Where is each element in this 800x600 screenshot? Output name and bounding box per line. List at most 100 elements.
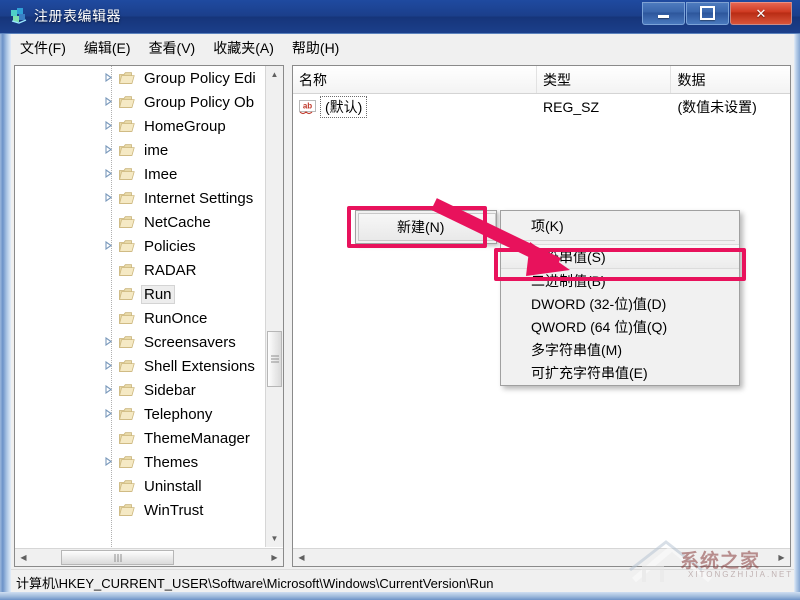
menu-separator <box>505 240 735 241</box>
folder-icon <box>119 335 135 349</box>
list-horizontal-scrollbar[interactable]: ◀ ▶ <box>293 548 790 566</box>
tree-item-thememanager[interactable]: ThemeManager <box>15 426 267 450</box>
cell-value-name[interactable]: ab (默认) <box>293 96 537 118</box>
scroll-right-icon[interactable]: ▶ <box>773 549 790 566</box>
column-header-data[interactable]: 数据 <box>671 66 790 93</box>
scroll-left-icon[interactable]: ◀ <box>293 549 310 566</box>
submenu-item-5[interactable]: 多字符串值(M) <box>501 338 739 361</box>
regedit-icon <box>10 7 28 25</box>
close-icon: ✕ <box>755 5 767 21</box>
tree-item-label: Telephony <box>144 405 213 423</box>
menu-favorites[interactable]: 收藏夹(A) <box>204 34 283 62</box>
tree-item-homegroup[interactable]: HomeGroup <box>15 114 267 138</box>
table-row[interactable]: ab (默认) REG_SZ (数值未设置) <box>293 95 790 119</box>
submenu-item-6[interactable]: 可扩充字符串值(E) <box>501 361 739 384</box>
chevron-right-icon[interactable] <box>104 409 113 418</box>
folder-icon <box>119 119 135 133</box>
column-header-name[interactable]: 名称 <box>293 66 537 93</box>
chevron-right-icon[interactable] <box>104 97 113 106</box>
folder-icon <box>119 407 135 421</box>
folder-icon <box>119 71 135 85</box>
tree-item-sidebar[interactable]: Sidebar <box>15 378 267 402</box>
scroll-left-icon[interactable]: ◀ <box>15 549 32 566</box>
folder-icon <box>119 359 135 373</box>
tree-item-telephony[interactable]: Telephony <box>15 402 267 426</box>
tree-item-group-policy-ob[interactable]: Group Policy Ob <box>15 90 267 114</box>
menu-bar: 文件(F) 编辑(E) 查看(V) 收藏夹(A) 帮助(H) <box>11 34 794 63</box>
new-value-submenu[interactable]: 项(K) 字符串值(S) 二进制值(B) DWORD (32-位)值(D) QWORD … <box>500 210 740 386</box>
chevron-right-icon[interactable] <box>104 241 113 250</box>
scroll-right-icon[interactable]: ▶ <box>266 549 283 566</box>
tree-item-uninstall[interactable]: Uninstall <box>15 474 267 498</box>
window-controls: ✕ <box>641 2 792 25</box>
context-menu[interactable]: 新建(N) ▸ <box>355 210 497 244</box>
registry-tree-pane[interactable]: Group Policy Edi Group Policy Ob HomeGroup… <box>14 65 284 567</box>
tree-item-radar[interactable]: RADAR <box>15 258 267 282</box>
regedit-window: 注册表编辑器 ✕ 文件(F) 编辑(E) 查看(V) 收藏夹(A) 帮助(H) … <box>0 0 800 600</box>
listview-header: 名称 类型 数据 <box>293 66 790 94</box>
submenu-item-1[interactable]: 字符串值(S) <box>501 244 739 269</box>
cell-value-type: REG_SZ <box>543 99 600 115</box>
chevron-right-icon[interactable] <box>104 145 113 154</box>
tree-item-shell-extensions[interactable]: Shell Extensions <box>15 354 267 378</box>
scroll-up-icon[interactable]: ▲ <box>266 66 283 83</box>
tree-horizontal-scrollbar[interactable]: ◀ ▶ <box>15 548 283 566</box>
folder-icon <box>119 479 135 493</box>
folder-icon <box>119 167 135 181</box>
menu-help[interactable]: 帮助(H) <box>283 34 348 62</box>
folder-icon <box>119 239 135 253</box>
tree-item-screensavers[interactable]: Screensavers <box>15 330 267 354</box>
chevron-right-icon[interactable] <box>104 385 113 394</box>
folder-icon <box>119 143 135 157</box>
chevron-right-icon[interactable] <box>104 169 113 178</box>
chevron-right-icon[interactable] <box>104 361 113 370</box>
context-menu-item-new[interactable]: 新建(N) ▸ <box>358 213 496 241</box>
tree-item-label: RunOnce <box>144 309 208 327</box>
tree-item-internet-settings[interactable]: Internet Settings <box>15 186 267 210</box>
registry-path: 计算机\HKEY_CURRENT_USER\Software\Microsoft… <box>16 576 494 591</box>
tree-item-label: Imee <box>144 165 178 183</box>
submenu-item-3[interactable]: DWORD (32-位)值(D) <box>501 292 739 315</box>
chevron-right-icon[interactable] <box>104 193 113 202</box>
tree-item-label: Group Policy Edi <box>144 69 256 87</box>
menu-edit[interactable]: 编辑(E) <box>75 34 140 62</box>
tree-item-group-policy-edi[interactable]: Group Policy Edi <box>15 66 267 90</box>
submenu-item-4[interactable]: QWORD (64 位)值(Q) <box>501 315 739 338</box>
minimize-button[interactable] <box>642 2 685 25</box>
tree-item-wintrust[interactable]: WinTrust <box>15 498 267 522</box>
string-value-icon: ab <box>299 99 316 115</box>
tree-item-policies[interactable]: Policies <box>15 234 267 258</box>
column-header-type[interactable]: 类型 <box>537 66 672 93</box>
scroll-down-icon[interactable]: ▼ <box>266 530 283 547</box>
tree-item-label: WinTrust <box>144 501 204 519</box>
maximize-button[interactable] <box>686 2 729 25</box>
registry-tree[interactable]: Group Policy Edi Group Policy Ob HomeGroup… <box>15 66 267 547</box>
tree-hscroll-thumb[interactable] <box>61 550 174 565</box>
minimize-icon <box>643 2 684 24</box>
menu-view[interactable]: 查看(V) <box>140 34 205 62</box>
tree-vertical-scrollbar[interactable]: ▲ ▼ <box>265 66 283 547</box>
tree-item-netcache[interactable]: NetCache <box>15 210 267 234</box>
chevron-right-icon[interactable] <box>104 457 113 466</box>
tree-item-imee[interactable]: Imee <box>15 162 267 186</box>
tree-item-runonce[interactable]: RunOnce <box>15 306 267 330</box>
close-button[interactable]: ✕ <box>730 2 792 25</box>
tree-item-label: RADAR <box>144 261 197 279</box>
folder-icon <box>119 383 135 397</box>
tree-item-themes[interactable]: Themes <box>15 450 267 474</box>
folder-icon <box>119 287 135 301</box>
tree-item-label: Policies <box>144 237 196 255</box>
tree-item-label: Group Policy Ob <box>144 93 255 111</box>
tree-item-run[interactable]: Run <box>15 282 267 306</box>
submenu-item-0[interactable]: 项(K) <box>501 214 739 237</box>
tree-item-label: Shell Extensions <box>144 357 255 375</box>
tree-item-label: Themes <box>144 453 199 471</box>
chevron-right-icon[interactable] <box>104 337 113 346</box>
submenu-item-2[interactable]: 二进制值(B) <box>501 269 739 292</box>
tree-scroll-thumb[interactable] <box>267 331 282 387</box>
menu-file[interactable]: 文件(F) <box>11 34 75 62</box>
tree-item-ime[interactable]: ime <box>15 138 267 162</box>
scroll-grip-icon <box>271 355 279 363</box>
chevron-right-icon[interactable] <box>104 73 113 82</box>
chevron-right-icon[interactable] <box>104 121 113 130</box>
